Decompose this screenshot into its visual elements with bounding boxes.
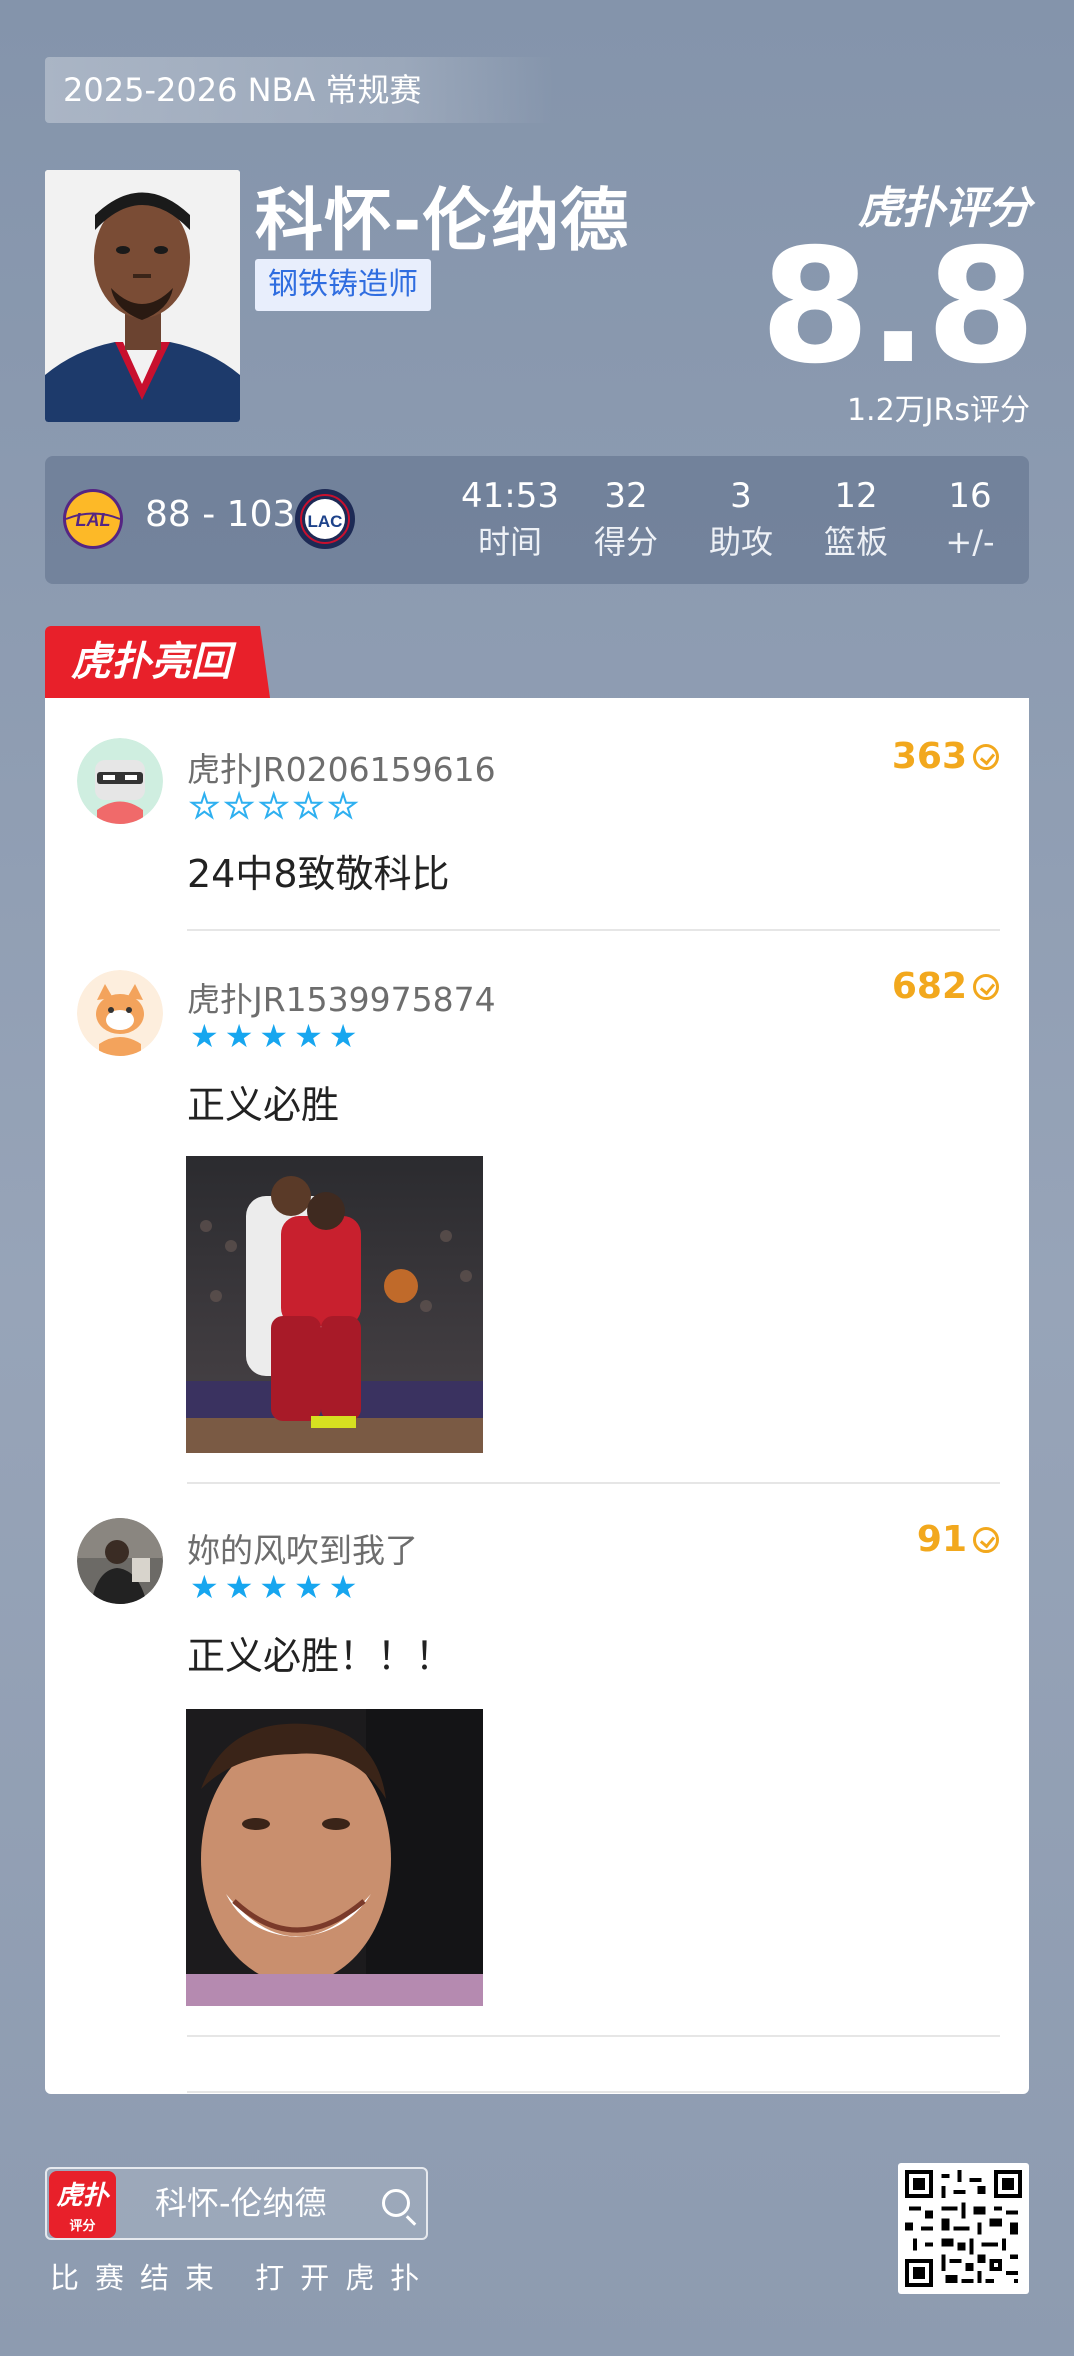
stat-label: +/- — [945, 523, 995, 561]
comment-image[interactable] — [186, 1156, 483, 1453]
footer-caption: 比赛结束 打开虎扑 — [50, 2261, 436, 2295]
like-count[interactable]: 682 — [892, 966, 999, 1007]
stat-value: 3 — [730, 476, 752, 516]
stat-value: 12 — [834, 476, 878, 516]
stat-label: 篮板 — [823, 523, 888, 561]
comment-divider — [187, 929, 1000, 931]
star-icon: ★ — [224, 1568, 254, 1606]
player-title-badge: 钢铁铸造师 — [255, 259, 431, 311]
star-icon: ★ — [328, 1568, 358, 1606]
comment-username[interactable]: 虎扑JR0206159616 — [187, 743, 496, 791]
star-icon: ★ — [293, 787, 324, 825]
star-rating: ★ ★ ★ ★ ★ — [190, 1020, 357, 1052]
app-icon-sub: 评分 — [69, 2219, 96, 2234]
app-search-box[interactable]: 虎扑 评分 科怀-伦纳德 — [45, 2167, 428, 2240]
stat-minutes: 41:53 时间 — [455, 474, 565, 566]
stat-label: 得分 — [593, 523, 658, 561]
comment-divider — [187, 1482, 1000, 1484]
like-count[interactable]: 91 — [917, 1519, 999, 1560]
comment-username[interactable]: 妳的风吹到我了 — [187, 1524, 418, 1572]
star-icon: ★ — [294, 1017, 323, 1055]
stat-rebounds: 12 篮板 — [801, 474, 911, 566]
card-bottom-divider — [187, 2091, 1000, 2093]
search-query: 科怀-伦纳德 — [155, 2184, 327, 2222]
comments-card: 虎扑JR0206159616 ★ ★ ★ ★ ★ 24中8致敬科比 363 虎扑… — [45, 698, 1029, 2094]
star-icon: ★ — [190, 1017, 219, 1055]
star-icon: ★ — [258, 787, 289, 825]
cat-avatar-icon[interactable] — [77, 970, 163, 1056]
lakers-logo-icon: LAL — [62, 488, 124, 550]
rating-score: 8.8 — [760, 215, 1036, 399]
stat-assists: 3 助攻 — [686, 474, 796, 566]
clippers-logo-icon: LAC — [294, 488, 356, 550]
stat-value: 16 — [948, 476, 992, 516]
like-count-value: 91 — [916, 1519, 967, 1560]
svg-text:LAL: LAL — [76, 510, 111, 530]
like-icon[interactable] — [973, 743, 999, 770]
star-rating: ★ ★ ★ ★ ★ — [189, 787, 359, 825]
stat-label: 时间 — [477, 523, 542, 561]
search-icon[interactable] — [382, 2189, 410, 2217]
svg-text:LAC: LAC — [308, 512, 343, 531]
stat-points: 32 得分 — [571, 474, 681, 566]
comment-text: 正义必胜 — [187, 1083, 340, 1127]
star-icon: ★ — [294, 1568, 323, 1606]
star-icon: ★ — [328, 1017, 358, 1055]
season-label: 2025-2026 NBA 常规赛 — [45, 57, 555, 123]
comment-text: 正义必胜！！！ — [187, 1634, 454, 1678]
qr-code[interactable] — [898, 2163, 1029, 2294]
like-icon[interactable] — [973, 973, 999, 1000]
game-stats-bar: LAL 88 - 103 LAC 41:53 时间 32 得分 3 助攻 12 … — [45, 456, 1029, 584]
comment-divider — [187, 2035, 1000, 2037]
app-icon-label: 虎扑 — [56, 2181, 109, 2211]
star-icon: ★ — [224, 1017, 254, 1055]
game-score: 88 - 103 — [145, 494, 296, 535]
star-icon: ★ — [328, 787, 359, 825]
hot-replies-tab: 虎扑亮回复 — [45, 626, 270, 698]
comment-username[interactable]: 虎扑JR1539975874 — [187, 973, 496, 1021]
robot-avatar-icon[interactable] — [77, 738, 163, 824]
player-name: 科怀-伦纳德 — [255, 182, 630, 261]
star-rating: ★ ★ ★ ★ ★ — [190, 1571, 357, 1603]
comment-text: 24中8致敬科比 — [187, 852, 450, 896]
star-icon: ★ — [259, 1568, 289, 1606]
stat-label: 助攻 — [708, 523, 773, 561]
user-photo-avatar[interactable] — [77, 1518, 163, 1604]
like-count[interactable]: 363 — [892, 736, 999, 777]
star-icon: ★ — [224, 787, 255, 825]
rating-count: 1.2万JRs评分 — [846, 393, 1030, 428]
hupu-app-icon[interactable]: 虎扑 评分 — [49, 2171, 116, 2238]
star-icon: ★ — [190, 1568, 219, 1606]
star-icon: ★ — [189, 787, 220, 825]
stat-value: 41:53 — [461, 476, 559, 516]
player-photo — [45, 170, 240, 422]
stat-plus-minus: 16 +/- — [915, 474, 1025, 566]
star-icon: ★ — [259, 1017, 289, 1055]
like-icon[interactable] — [973, 1526, 999, 1553]
like-count-value: 363 — [891, 736, 967, 777]
stat-value: 32 — [604, 476, 648, 516]
like-count-value: 682 — [891, 966, 967, 1007]
comment-image[interactable] — [186, 1709, 483, 2006]
